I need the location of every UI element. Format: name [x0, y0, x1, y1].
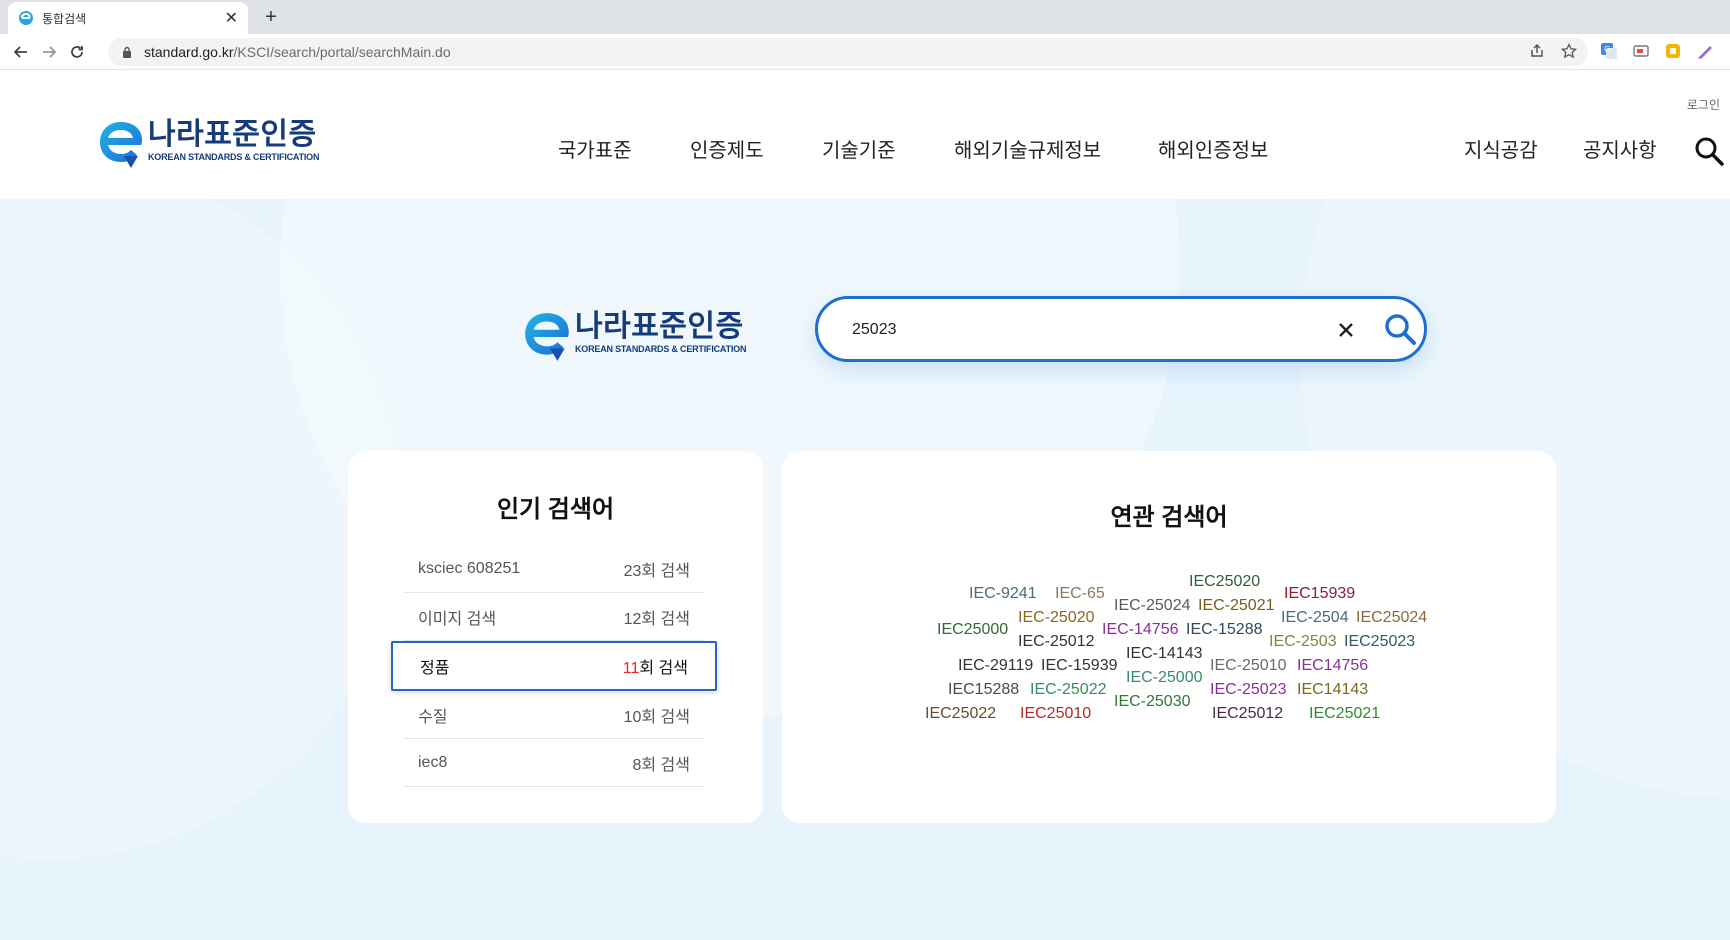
popular-search-count: 23회 검색 — [623, 562, 690, 580]
nav-notices[interactable]: 공지사항 — [1583, 134, 1657, 163]
search-main: 나라표준인증 KOREAN STANDARDS & CERTIFICATION … — [0, 199, 1730, 940]
nav-technical-regulations[interactable]: 기술기준 — [822, 134, 896, 163]
site-logo[interactable]: 나라표준인증 KOREAN STANDARDS & CERTIFICATION — [98, 118, 319, 170]
popular-search-count: 8회 검색 — [632, 756, 690, 774]
related-search-tag[interactable]: IEC25022 — [925, 705, 996, 723]
url-path: /KSCI/search/portal/searchMain.do — [233, 44, 451, 60]
search-input[interactable] — [852, 317, 1312, 343]
browser-tab[interactable]: 통합검색 ✕ — [8, 2, 248, 34]
nav-certification[interactable]: 인증제도 — [690, 134, 764, 163]
header-search-icon[interactable] — [1694, 136, 1724, 166]
site-favicon-icon — [18, 10, 34, 26]
popular-search-item-selected[interactable]: 정품 11회 검색 — [391, 641, 717, 691]
popular-search-term: 이미지 검색 — [418, 610, 497, 628]
translate-extension-icon[interactable]: G — [1599, 41, 1619, 61]
popular-search-item[interactable]: ksciec 608251 23회 검색 — [403, 545, 705, 593]
nav-knowledge[interactable]: 지식공감 — [1464, 134, 1538, 163]
site-logo-icon — [100, 122, 142, 168]
related-searches-title: 연관 검색어 — [1110, 504, 1228, 531]
related-search-tag[interactable]: IEC14143 — [1297, 681, 1368, 699]
forward-icon[interactable] — [36, 39, 62, 65]
nav-overseas-certification[interactable]: 해외인증정보 — [1158, 134, 1268, 163]
site-logo-text: 나라표준인증 — [148, 118, 317, 151]
related-search-tag[interactable]: IEC-25024 — [1114, 597, 1191, 615]
search-logo-icon — [525, 313, 569, 361]
related-search-tag[interactable]: IEC-2503 — [1269, 633, 1337, 651]
related-searches-card: 연관 검색어 IEC25020 IEC-9241 IEC-65 IEC15939 IEC… — [782, 451, 1556, 823]
related-search-tag[interactable]: IEC14756 — [1297, 657, 1368, 675]
related-search-tag[interactable]: IEC25021 — [1309, 705, 1380, 723]
browser-toolbar: standard.go.kr/KSCI/search/portal/search… — [0, 34, 1730, 70]
related-search-tag[interactable]: IEC-25023 — [1210, 681, 1287, 699]
related-search-tag[interactable]: IEC-25000 — [1126, 669, 1203, 687]
search-logo: 나라표준인증 KOREAN STANDARDS & CERTIFICATION — [523, 309, 746, 363]
url-host: standard.go.kr — [144, 44, 234, 60]
lock-icon — [122, 46, 134, 58]
related-search-tag[interactable]: IEC15288 — [948, 681, 1019, 699]
related-search-tag[interactable]: IEC-15939 — [1041, 657, 1118, 675]
popular-search-term: 정품 — [420, 660, 450, 677]
popular-search-term: 수질 — [418, 708, 448, 726]
popular-search-count: 11회 검색 — [622, 660, 688, 677]
popular-search-item[interactable]: iec8 8회 검색 — [403, 739, 705, 787]
related-search-tag[interactable]: IEC25023 — [1344, 633, 1415, 651]
related-search-tag[interactable]: IEC25010 — [1020, 705, 1091, 723]
related-search-tag[interactable]: IEC-15288 — [1186, 621, 1263, 639]
related-search-tag[interactable]: IEC-25030 — [1114, 693, 1191, 711]
related-search-tag[interactable]: IEC25012 — [1212, 705, 1283, 723]
related-search-tag[interactable]: IEC-25022 — [1030, 681, 1107, 699]
clear-search-icon[interactable] — [1334, 318, 1358, 342]
related-search-tag[interactable]: IEC-25020 — [1018, 609, 1095, 627]
search-box — [815, 296, 1427, 362]
new-tab-icon[interactable]: + — [258, 4, 284, 30]
popular-search-item[interactable]: 이미지 검색 12회 검색 — [403, 593, 705, 641]
tab-title: 통합검색 — [42, 11, 87, 26]
related-search-tag[interactable]: IEC-14143 — [1126, 645, 1203, 663]
popular-searches-card: 인기 검색어 ksciec 608251 23회 검색 이미지 검색 12회 검… — [348, 451, 763, 823]
related-search-tag[interactable]: IEC-2504 — [1281, 609, 1349, 627]
pen-extension-icon[interactable] — [1695, 41, 1715, 61]
popular-search-count: 10회 검색 — [623, 708, 690, 726]
related-search-tag[interactable]: IEC-25012 — [1018, 633, 1095, 651]
related-search-tag[interactable]: IEC-9241 — [969, 585, 1037, 603]
related-search-tag[interactable]: IEC25024 — [1356, 609, 1427, 627]
site-header: 나라표준인증 KOREAN STANDARDS & CERTIFICATION … — [0, 70, 1730, 199]
popular-searches-title: 인기 검색어 — [496, 496, 615, 523]
related-search-tag[interactable]: IEC-65 — [1055, 585, 1105, 603]
notes-extension-icon[interactable] — [1663, 41, 1683, 61]
related-search-tag[interactable]: IEC25000 — [937, 621, 1008, 639]
popular-search-count: 12회 검색 — [623, 610, 690, 628]
related-search-tag[interactable]: IEC-29119 — [958, 657, 1033, 675]
popular-search-term: iec8 — [418, 753, 448, 771]
related-search-tag[interactable]: IEC-25010 — [1210, 657, 1287, 675]
search-logo-text: 나라표준인증 — [575, 310, 744, 343]
site-logo-subtext: KOREAN STANDARDS & CERTIFICATION — [148, 152, 320, 162]
tab-close-icon[interactable]: ✕ — [225, 8, 238, 28]
popular-search-term: ksciec 608251 — [418, 559, 521, 577]
related-search-tag[interactable]: IEC25020 — [1189, 573, 1260, 591]
browser-tab-bar: 통합검색 ✕ + — [0, 0, 1730, 34]
back-icon[interactable] — [8, 39, 34, 65]
address-bar[interactable]: standard.go.kr/KSCI/search/portal/search… — [108, 38, 1588, 66]
login-link[interactable]: 로그인 — [1687, 96, 1720, 113]
search-logo-subtext: KOREAN STANDARDS & CERTIFICATION — [575, 344, 747, 354]
cast-extension-icon[interactable] — [1631, 41, 1651, 61]
related-search-tag[interactable]: IEC15939 — [1284, 585, 1355, 603]
share-icon[interactable] — [1526, 40, 1548, 62]
nav-overseas-tech-regulations[interactable]: 해외기술규제정보 — [954, 134, 1101, 163]
reload-icon[interactable] — [64, 39, 90, 65]
related-search-tag[interactable]: IEC-25021 — [1198, 597, 1275, 615]
bookmark-star-icon[interactable] — [1558, 40, 1580, 62]
nav-national-standards[interactable]: 국가표준 — [558, 134, 632, 163]
popular-search-item[interactable]: 수질 10회 검색 — [403, 691, 705, 739]
svg-text:G: G — [1604, 45, 1610, 54]
search-submit-icon[interactable] — [1383, 312, 1417, 346]
related-search-tag[interactable]: IEC-14756 — [1102, 621, 1179, 639]
popular-searches-list: ksciec 608251 23회 검색 이미지 검색 12회 검색 정품 11… — [391, 545, 717, 787]
